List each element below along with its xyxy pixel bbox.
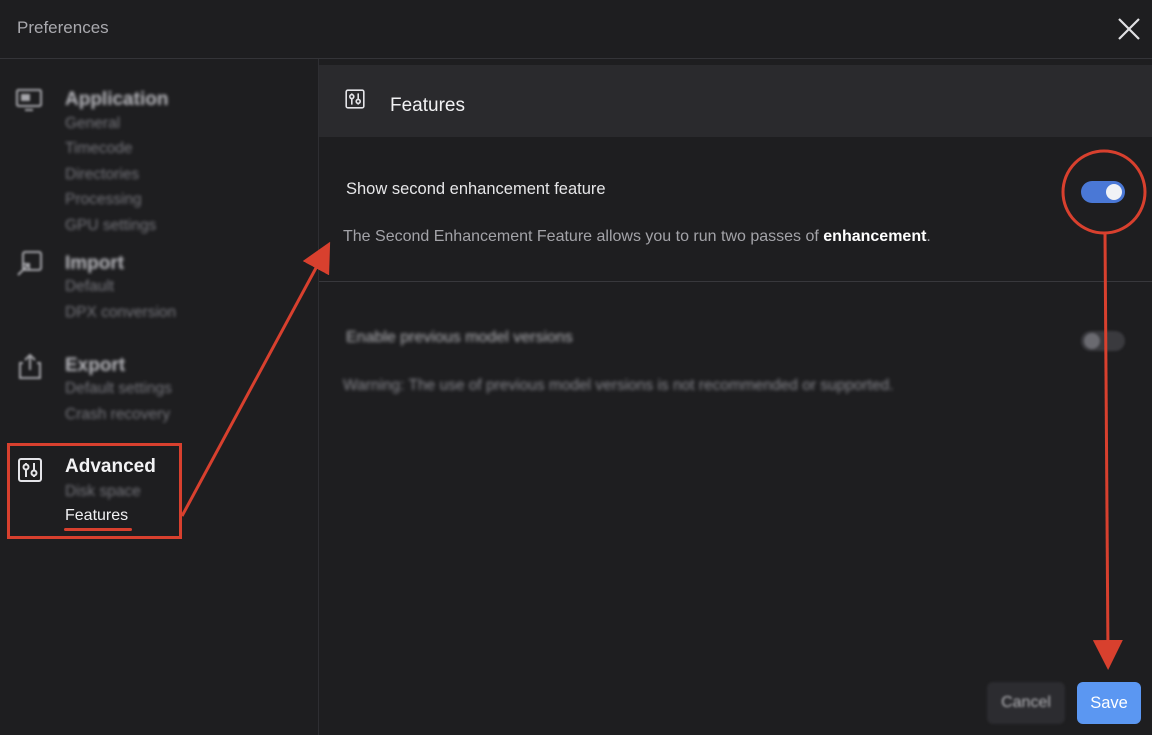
sidebar-item-gpu-settings[interactable]: GPU settings	[65, 217, 156, 235]
close-button[interactable]	[1114, 14, 1144, 44]
sidebar-item-crash-recovery[interactable]: Crash recovery	[65, 406, 170, 424]
panel-header: Features	[319, 65, 1152, 137]
description-period: .	[926, 228, 931, 245]
sidebar-item-processing[interactable]: Processing	[65, 191, 142, 209]
import-icon	[15, 249, 45, 279]
sidebar-item-general[interactable]: General	[65, 115, 120, 133]
sidebar-heading-import[interactable]: Import	[65, 253, 124, 275]
preferences-window: Preferences Application General Timecode…	[0, 0, 1152, 735]
second-enhancement-label: Show second enhancement feature	[346, 180, 606, 198]
previous-models-warning: Warning: The use of previous model versi…	[343, 377, 894, 394]
panel-title: Features	[390, 95, 465, 116]
toggle-knob	[1084, 333, 1100, 349]
second-enhancement-description: The Second Enhancement Feature allows yo…	[343, 228, 931, 246]
toggle-knob	[1106, 184, 1122, 200]
export-icon	[15, 351, 45, 381]
cancel-button[interactable]: Cancel	[987, 682, 1065, 724]
sidebar-item-default[interactable]: Default	[65, 278, 114, 296]
annotation-underline	[64, 528, 132, 531]
sliders-icon	[343, 87, 367, 111]
sidebar-item-dpx-conversion[interactable]: DPX conversion	[65, 304, 176, 322]
window-title: Preferences	[17, 18, 109, 37]
close-icon	[1118, 18, 1140, 40]
sidebar-item-timecode[interactable]: Timecode	[65, 140, 132, 158]
monitor-icon	[15, 86, 45, 116]
sidebar-item-features[interactable]: Features	[65, 507, 128, 525]
previous-models-toggle[interactable]	[1081, 331, 1125, 351]
divider	[319, 281, 1152, 282]
description-text: The Second Enhancement Feature allows yo…	[343, 228, 824, 245]
second-enhancement-toggle[interactable]	[1081, 181, 1125, 203]
main-panel: Features Show second enhancement feature…	[319, 59, 1152, 735]
save-button[interactable]: Save	[1077, 682, 1141, 724]
previous-models-label: Enable previous model versions	[346, 329, 573, 346]
title-bar: Preferences	[0, 0, 1152, 59]
sidebar: Application General Timecode Directories…	[0, 59, 319, 735]
sidebar-heading-export[interactable]: Export	[65, 355, 125, 377]
sidebar-item-default-settings[interactable]: Default settings	[65, 380, 172, 398]
sidebar-item-directories[interactable]: Directories	[65, 166, 139, 184]
sidebar-heading-application[interactable]: Application	[65, 89, 168, 111]
description-bold-text: enhancement	[823, 228, 927, 245]
